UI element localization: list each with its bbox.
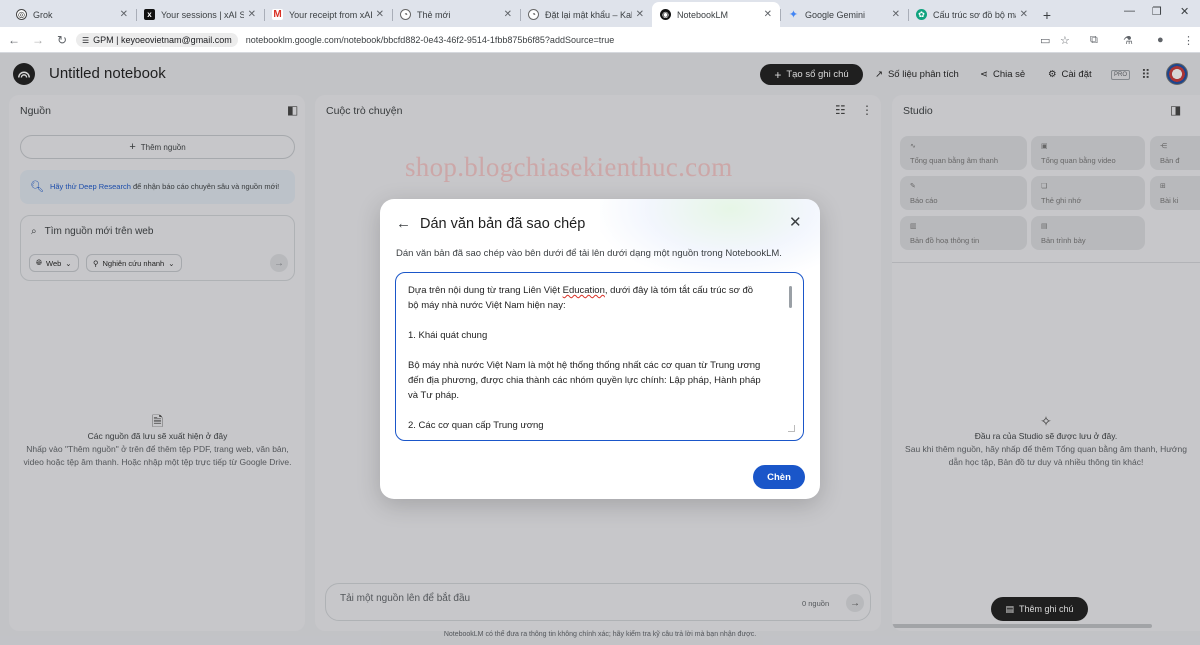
text-line: Bộ máy nhà nước Việt Nam là một hệ thống… <box>408 360 761 371</box>
cast-icon[interactable]: ▭ <box>1040 27 1050 53</box>
gpm-icon: ☰ <box>82 35 90 45</box>
dialog-title: Dán văn bản đã sao chép <box>420 216 586 232</box>
new-tab-plus-icon[interactable]: + <box>1036 2 1058 27</box>
tab-close-icon[interactable]: ✕ <box>636 9 644 20</box>
tab-title: NotebookLM <box>677 9 729 20</box>
paste-textarea[interactable]: Dựa trên nội dung từ trang Liên Việt Edu… <box>395 272 804 441</box>
back-arrow-icon[interactable]: ← <box>396 215 411 232</box>
tab-close-icon[interactable]: ✕ <box>120 9 128 20</box>
text-line: và Tư pháp. <box>408 390 460 401</box>
text-line: 2. Các cơ quan cấp Trung ương <box>408 420 544 431</box>
extensions-icon[interactable]: ⧉ <box>1090 27 1098 53</box>
tab-close-icon[interactable]: ✕ <box>892 9 900 20</box>
chatgpt-icon: ✿ <box>916 9 927 20</box>
browser-toolbar: ← → ↻ ☰ GPM | keyoeovietnam@gmail.com no… <box>0 27 1200 53</box>
kahoot-icon: ◔ <box>528 9 539 20</box>
tab-close-icon[interactable]: ✕ <box>764 9 772 20</box>
xai-icon: x <box>144 9 155 20</box>
tab-title: Cấu trúc sơ đồ bộ máy nh <box>933 9 1016 20</box>
browser-tab-xai-sessions[interactable]: x Your sessions | xAI Single ✕ <box>136 2 264 27</box>
browser-tab-gemini[interactable]: ✦ Google Gemini ✕ <box>780 2 908 27</box>
close-icon[interactable]: ✕ <box>789 213 802 231</box>
browser-tab-grok[interactable]: ◎ Grok ✕ <box>8 2 136 27</box>
browser-tab-strip: ◎ Grok ✕ x Your sessions | xAI Single ✕ … <box>0 0 1200 27</box>
gemini-icon: ✦ <box>788 9 799 21</box>
gmail-icon: M <box>272 9 283 20</box>
text-fragment: , dưới đây là tóm tắt cấu trúc sơ đồ <box>604 285 754 296</box>
profile-icon[interactable]: ● <box>1157 27 1164 53</box>
tab-close-icon[interactable]: ✕ <box>504 9 512 20</box>
address-bar[interactable]: ☰ GPM | keyoeovietnam@gmail.com notebook… <box>76 30 1111 50</box>
bookmark-star-icon[interactable]: ☆ <box>1060 27 1070 53</box>
restore-icon[interactable]: ❐ <box>1152 5 1162 18</box>
browser-tab-kahoot[interactable]: ◔ Đặt lại mật khẩu – Kahoot ✕ <box>520 2 652 27</box>
text-fragment: Dựa trên nội dung từ trang Liên Việt <box>408 285 563 296</box>
browser-tab-new-tab[interactable]: ◔ Thẻ mới ✕ <box>392 2 520 27</box>
tab-close-icon[interactable]: ✕ <box>376 9 384 20</box>
close-window-icon[interactable]: ✕ <box>1180 5 1189 18</box>
tab-title: Thẻ mới <box>417 9 451 20</box>
forward-arrow-icon[interactable]: → <box>26 33 50 47</box>
resize-handle[interactable] <box>788 425 795 432</box>
profile-badge-text: GPM | keyoeovietnam@gmail.com <box>93 35 232 45</box>
tab-title: Your sessions | xAI Single <box>161 9 244 20</box>
browser-tab-notebooklm[interactable]: ◉ NotebookLM ✕ <box>652 2 780 27</box>
textarea-scrollbar[interactable] <box>789 286 792 308</box>
text-line: đến địa phương, được chia thành các nhóm… <box>408 375 761 386</box>
browser-tab-gmail[interactable]: M Your receipt from xAI, LLC ✕ <box>264 2 392 27</box>
profile-badge[interactable]: ☰ GPM | keyoeovietnam@gmail.com <box>76 33 238 47</box>
grok-icon: ◎ <box>16 9 27 20</box>
tab-title: Your receipt from xAI, LLC <box>289 9 372 20</box>
text-line: bộ máy nhà nước Việt Nam hiện nay: <box>408 300 566 311</box>
url-text: notebooklm.google.com/notebook/bbcfd882-… <box>245 35 615 45</box>
browser-menu-icon[interactable]: ⋮ <box>1183 27 1194 53</box>
reload-icon[interactable]: ↻ <box>50 33 74 47</box>
tab-title: Grok <box>33 9 53 20</box>
text-line: Dựa trên nội dung từ trang Liên Việt Edu… <box>408 283 783 298</box>
insert-button[interactable]: Chèn <box>753 465 805 489</box>
dialog-gradient-decoration <box>600 199 820 279</box>
lab-flask-icon[interactable]: ⚗ <box>1123 27 1133 53</box>
notebooklm-icon: ◉ <box>660 9 671 20</box>
pasted-text: Dựa trên nội dung từ trang Liên Việt Edu… <box>408 283 783 433</box>
back-arrow-icon[interactable]: ← <box>2 33 26 47</box>
browser-tab-chatgpt[interactable]: ✿ Cấu trúc sơ đồ bộ máy nh ✕ <box>908 2 1036 27</box>
tab-close-icon[interactable]: ✕ <box>248 9 256 20</box>
new-tab-icon: ◔ <box>400 9 411 20</box>
tab-title: Đặt lại mật khẩu – Kahoot <box>545 9 632 20</box>
text-line: 1. Khái quát chung <box>408 330 488 341</box>
paste-text-dialog: ← Dán văn bản đã sao chép ✕ Dán văn bản … <box>380 199 820 499</box>
tab-title: Google Gemini <box>805 9 866 20</box>
tab-close-icon[interactable]: ✕ <box>1020 9 1028 20</box>
minimize-icon[interactable]: — <box>1124 5 1135 17</box>
misspelled-word: Education <box>562 285 605 296</box>
dialog-description: Dán văn bản đã sao chép vào bên dưới để … <box>396 248 782 259</box>
